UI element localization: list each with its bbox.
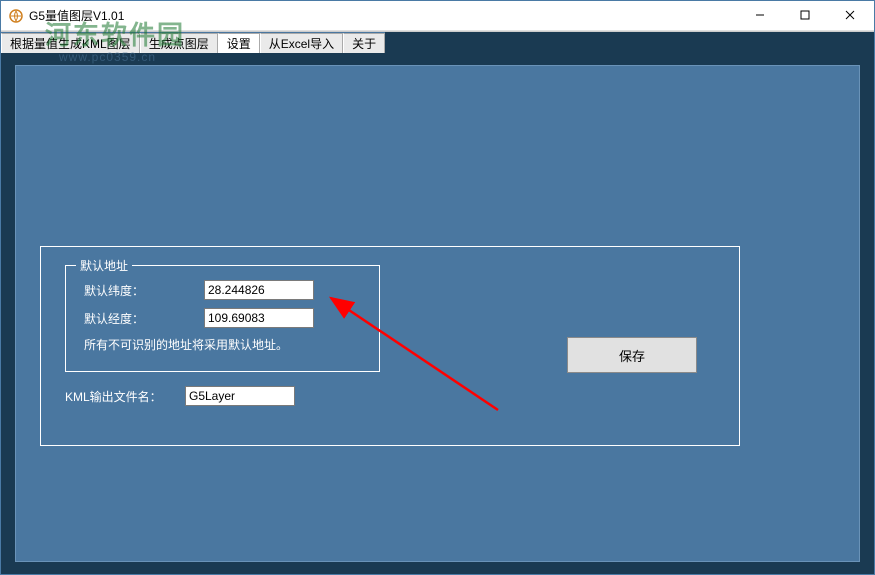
hint-text: 所有不可识别的地址将采用默认地址。 (84, 336, 361, 353)
default-address-fieldset: 默认地址 默认纬度： 默认经度： 所有不可识别的地址将采用默认地址。 (65, 265, 380, 372)
output-filename-input[interactable] (185, 386, 295, 406)
titlebar-left: G5量值图层V1.01 (3, 7, 124, 24)
save-button[interactable]: 保存 (567, 337, 697, 373)
app-icon (9, 9, 23, 23)
longitude-input[interactable] (204, 308, 314, 328)
latitude-input[interactable] (204, 280, 314, 300)
tab-generate-kml[interactable]: 根据量值生成KML图层 (1, 33, 140, 54)
longitude-row: 默认经度： (84, 308, 361, 328)
app-window: G5量值图层V1.01 根据量值生成KML图层 生成点图层 设置 从Excel导… (0, 0, 875, 575)
minimize-button[interactable] (737, 1, 782, 29)
content-area: 默认地址 默认纬度： 默认经度： 所有不可识别的地址将采用默认地址。 (1, 53, 874, 574)
settings-group: 默认地址 默认纬度： 默认经度： 所有不可识别的地址将采用默认地址。 (40, 246, 740, 446)
tab-bar: 根据量值生成KML图层 生成点图层 设置 从Excel导入 关于 (1, 31, 874, 53)
settings-panel: 默认地址 默认纬度： 默认经度： 所有不可识别的地址将采用默认地址。 (15, 65, 860, 562)
fieldset-legend: 默认地址 (76, 257, 132, 274)
titlebar: G5量值图层V1.01 (1, 1, 874, 31)
tab-generate-points[interactable]: 生成点图层 (140, 33, 218, 54)
output-label: KML输出文件名： (65, 388, 185, 405)
tab-about[interactable]: 关于 (343, 33, 385, 54)
window-title: G5量值图层V1.01 (29, 7, 124, 24)
latitude-label: 默认纬度： (84, 282, 204, 299)
close-button[interactable] (827, 1, 872, 29)
latitude-row: 默认纬度： (84, 280, 361, 300)
output-filename-row: KML输出文件名： (65, 386, 715, 406)
tab-settings[interactable]: 设置 (218, 33, 260, 54)
maximize-button[interactable] (782, 1, 827, 29)
window-controls (737, 1, 872, 30)
longitude-label: 默认经度： (84, 310, 204, 327)
tab-excel-import[interactable]: 从Excel导入 (260, 33, 343, 54)
tabbar-filler (385, 32, 874, 53)
